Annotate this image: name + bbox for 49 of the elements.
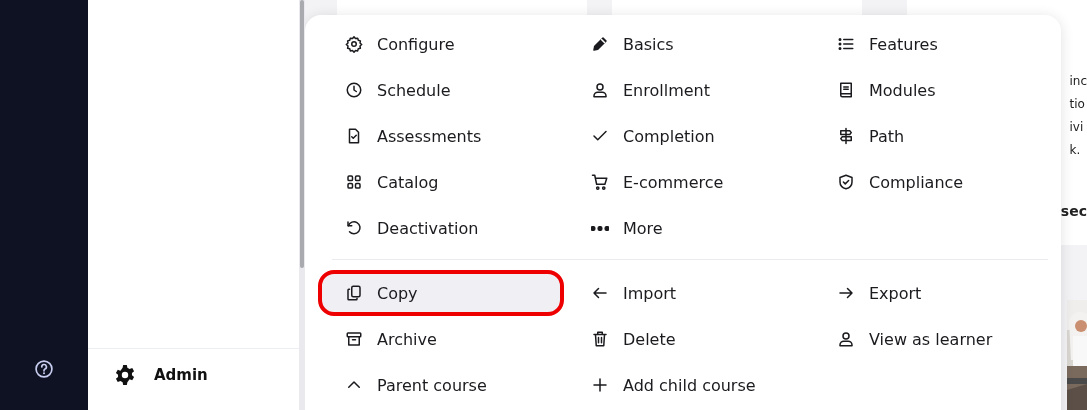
menu-item[interactable]: Add child course	[564, 362, 810, 408]
signpost-icon	[837, 127, 855, 145]
menu-item[interactable]: Path	[810, 113, 1056, 159]
shield-check-icon	[837, 173, 855, 191]
cart-icon	[591, 173, 609, 191]
menu-item[interactable]: Modules	[810, 67, 1056, 113]
help-icon[interactable]	[34, 359, 54, 379]
menu-item[interactable]: Catalog	[318, 159, 564, 205]
menu-item[interactable]: View as learner	[810, 316, 1056, 362]
menu-item[interactable]: Assessments	[318, 113, 564, 159]
book-icon	[837, 81, 855, 99]
menu-item[interactable]: E-commerce	[564, 159, 810, 205]
clock-icon	[345, 81, 363, 99]
trash-icon	[591, 330, 609, 348]
menu-item[interactable]: Export	[810, 270, 1056, 316]
scrollbar-thumb[interactable]	[300, 0, 304, 268]
person-icon	[591, 81, 609, 99]
card-text: sec	[1060, 202, 1087, 221]
gear-icon	[345, 35, 363, 53]
plus-icon	[591, 376, 609, 394]
list-icon	[837, 35, 855, 53]
menu-item[interactable]: Compliance	[810, 159, 1056, 205]
menu-item[interactable]: Archive	[318, 316, 564, 362]
card-text: inc	[1069, 73, 1087, 90]
card-text: tio	[1069, 96, 1086, 113]
menu-item[interactable]: Delete	[564, 316, 810, 362]
card-text: k.	[1069, 142, 1082, 159]
menu-item[interactable]: Enrollment	[564, 67, 810, 113]
menu-item[interactable]: Parent course	[318, 362, 564, 408]
person-icon	[837, 330, 855, 348]
grid-icon	[345, 173, 363, 191]
menu-item[interactable]: Deactivation	[318, 205, 564, 251]
dots-icon	[591, 225, 609, 231]
menu-item[interactable]: Schedule	[318, 67, 564, 113]
menu-item[interactable]: Import	[564, 270, 810, 316]
copy-icon	[345, 284, 363, 302]
menu-item[interactable]: Copy	[318, 270, 564, 316]
undo-icon	[345, 219, 363, 237]
menu-item[interactable]: Basics	[564, 21, 810, 67]
menu-item[interactable]: More	[564, 205, 810, 251]
menu-item[interactable]: Configure	[318, 21, 564, 67]
menu-item[interactable]: Features	[810, 21, 1056, 67]
card-text: ivi	[1069, 119, 1085, 136]
admin-label: Admin	[154, 365, 208, 384]
gear-icon	[114, 363, 136, 386]
pencil-icon	[591, 35, 609, 53]
archive-icon	[345, 330, 363, 348]
menu-item[interactable]: Completion	[564, 113, 810, 159]
admin-link[interactable]: Admin	[88, 349, 299, 410]
